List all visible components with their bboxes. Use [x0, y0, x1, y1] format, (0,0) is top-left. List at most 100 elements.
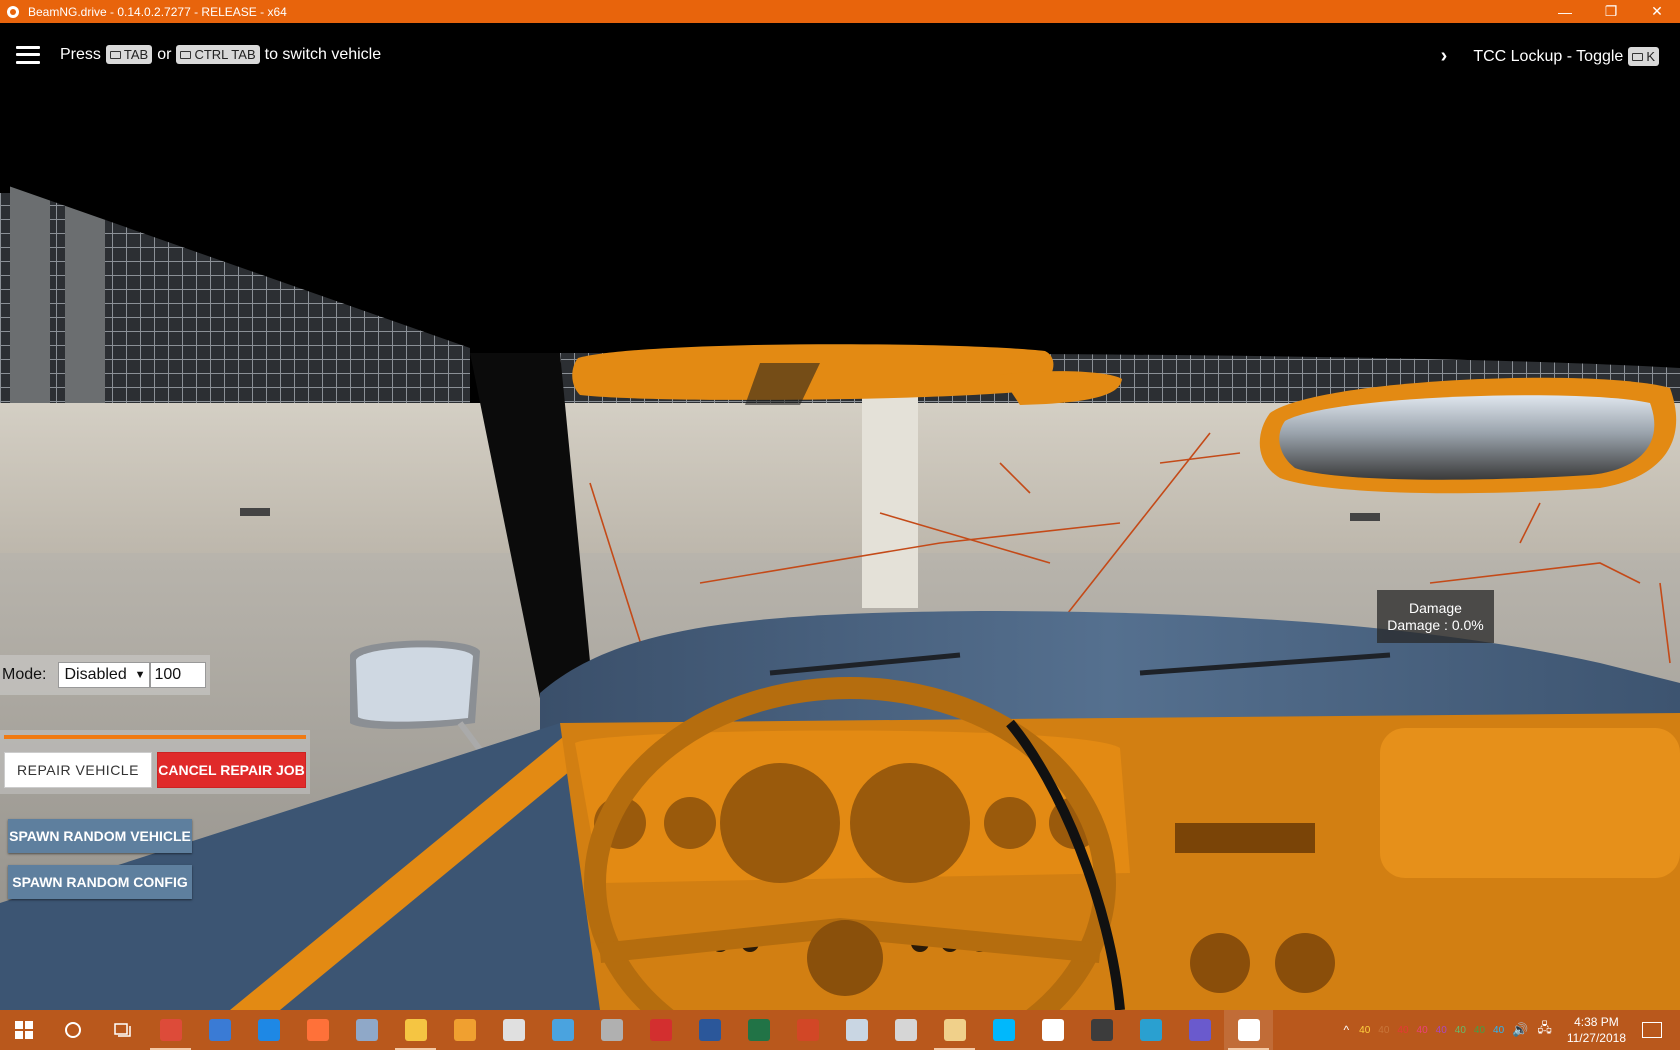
- taskbar-app-excel[interactable]: [734, 1010, 783, 1050]
- search-button[interactable]: [48, 1010, 97, 1050]
- spawn-random-vehicle-button[interactable]: SPAWN RANDOM VEHICLE: [8, 819, 192, 853]
- taskbar-app-folder-sync[interactable]: [195, 1010, 244, 1050]
- taskbar-app-word[interactable]: [685, 1010, 734, 1050]
- taskbar-app-beamng-drive[interactable]: [1224, 1010, 1273, 1050]
- taskbar-apps: [146, 1010, 1273, 1050]
- tray-readout[interactable]: 40: [1397, 1025, 1408, 1036]
- edge-icon: [257, 1019, 280, 1041]
- hint-suffix: to switch vehicle: [264, 45, 382, 63]
- calculator-icon: [502, 1019, 525, 1041]
- tray-readouts: 40 40 40 40 40 40 40 40: [1359, 1025, 1512, 1036]
- taskbar-app-firefox[interactable]: [293, 1010, 342, 1050]
- taskbar-app-calculator[interactable]: [489, 1010, 538, 1050]
- mode-select-value: Disabled: [64, 666, 127, 683]
- start-button[interactable]: [0, 1010, 48, 1050]
- tray-readout[interactable]: 40: [1378, 1025, 1389, 1036]
- globe-icon: [1188, 1019, 1211, 1041]
- tcc-key-badge: K: [1628, 47, 1659, 66]
- repair-panel: REPAIR VEHICLE CANCEL REPAIR JOB: [0, 730, 310, 794]
- tab-key-label: TAB: [123, 47, 149, 62]
- taskbar-app-powerpoint[interactable]: [783, 1010, 832, 1050]
- disc-icon: [600, 1019, 623, 1041]
- tray-readout[interactable]: 40: [1474, 1025, 1485, 1036]
- beamng-app-icon: [7, 5, 19, 18]
- menu-icon[interactable]: [16, 45, 40, 64]
- damage-title: Damage: [1409, 600, 1462, 616]
- taskbar-app-file-explorer[interactable]: [391, 1010, 440, 1050]
- close-button[interactable]: ✕: [1634, 0, 1680, 23]
- damage-widget: Damage Damage : 0.0%: [1377, 590, 1494, 643]
- taskbar-app-photos[interactable]: [342, 1010, 391, 1050]
- mode-value-input[interactable]: 100: [150, 662, 207, 688]
- taskbar-app-disc[interactable]: [587, 1010, 636, 1050]
- audio-wave-icon: [1041, 1019, 1064, 1041]
- media-player-icon: [453, 1019, 476, 1041]
- tray-readout[interactable]: 40: [1417, 1025, 1428, 1036]
- tray-readout[interactable]: 40: [1359, 1025, 1370, 1036]
- tray-readout[interactable]: 40: [1455, 1025, 1466, 1036]
- paint-icon: [845, 1019, 868, 1041]
- taskbar-app-edge[interactable]: [244, 1010, 293, 1050]
- volume-icon[interactable]: 🔊: [1512, 1022, 1528, 1038]
- notification-center-icon[interactable]: [1642, 1022, 1662, 1038]
- game-viewport[interactable]: Press TAB or CTRL TAB to switch vehicle …: [0, 23, 1680, 1010]
- window-title: BeamNG.drive - 0.14.0.2.7277 - RELEASE -…: [28, 4, 287, 19]
- mode-select[interactable]: Disabled ▼: [58, 662, 151, 688]
- taskbar-app-3d-viewer[interactable]: [881, 1010, 930, 1050]
- clock-date: 11/27/2018: [1566, 1031, 1626, 1045]
- hint-or: or: [157, 45, 172, 63]
- beamng-drive-icon: [1237, 1019, 1260, 1041]
- taskbar-app-audio-wave[interactable]: [1028, 1010, 1077, 1050]
- mode-panel: Mode: Disabled ▼ 100: [0, 655, 210, 695]
- windows-logo-icon: [15, 1021, 33, 1039]
- taskbar-app-beamng-launcher[interactable]: [930, 1010, 979, 1050]
- powerpoint-icon: [796, 1019, 819, 1041]
- spawn-random-config-button[interactable]: SPAWN RANDOM CONFIG: [8, 865, 192, 899]
- keyboard-icon: [1632, 52, 1644, 61]
- repair-vehicle-button[interactable]: REPAIR VEHICLE: [4, 752, 152, 788]
- chevron-right-icon[interactable]: ›: [1441, 45, 1448, 68]
- clock-time: 4:38 PM: [1574, 1015, 1619, 1029]
- file-explorer-icon: [404, 1019, 427, 1041]
- word-icon: [698, 1019, 721, 1041]
- cortana-circle-icon: [64, 1022, 81, 1038]
- 3d-viewer-icon: [894, 1019, 917, 1041]
- damage-value: Damage : 0.0%: [1387, 617, 1484, 633]
- minimize-button[interactable]: —: [1542, 0, 1588, 23]
- tab-key-badge: TAB: [105, 45, 153, 64]
- chevron-up-icon[interactable]: ^: [1344, 1023, 1350, 1037]
- keyboard-icon: [180, 50, 192, 59]
- photos-icon: [355, 1019, 378, 1041]
- taskbar-clock[interactable]: 4:38 PM 11/27/2018: [1567, 1014, 1626, 1046]
- taskbar-app-settings-tool[interactable]: [1077, 1010, 1126, 1050]
- tray-readout[interactable]: 40: [1436, 1025, 1447, 1036]
- logitech-icon: [992, 1019, 1015, 1041]
- taskbar: ^ 40 40 40 40 40 40 40 40 🔊 🖧 4:38 PM 11/27/201…: [0, 1010, 1680, 1050]
- taskbar-app-racing-game[interactable]: [636, 1010, 685, 1050]
- tcc-label: TCC Lockup - Toggle: [1473, 47, 1624, 65]
- taskbar-app-logitech[interactable]: [979, 1010, 1028, 1050]
- repair-progress-fill: [4, 735, 306, 739]
- mode-label: Mode:: [2, 666, 47, 683]
- ctrl-tab-key-badge: CTRL TAB: [176, 45, 260, 64]
- taskbar-app-paint[interactable]: [832, 1010, 881, 1050]
- cancel-repair-button[interactable]: CANCEL REPAIR JOB: [157, 752, 306, 788]
- taskbar-app-game-cube[interactable]: [1126, 1010, 1175, 1050]
- settings-tool-icon: [1090, 1019, 1113, 1041]
- taskbar-app-chrome[interactable]: [146, 1010, 195, 1050]
- switch-vehicle-hint: Press TAB or CTRL TAB to switch vehicle: [16, 45, 381, 64]
- excel-icon: [747, 1019, 770, 1041]
- hint-prefix: Press: [60, 45, 101, 63]
- tray-readout[interactable]: 40: [1493, 1025, 1504, 1036]
- network-icon[interactable]: 🖧: [1537, 1019, 1552, 1041]
- folder-sync-icon: [208, 1019, 231, 1041]
- dropdown-arrow-icon: ▼: [134, 669, 146, 681]
- taskbar-app-globe[interactable]: [1175, 1010, 1224, 1050]
- restore-button[interactable]: ❐: [1588, 0, 1634, 23]
- ctrl-tab-key-label: CTRL TAB: [194, 47, 256, 62]
- game-cube-icon: [1139, 1019, 1162, 1041]
- title-bar[interactable]: BeamNG.drive - 0.14.0.2.7277 - RELEASE -…: [0, 0, 1680, 23]
- taskbar-app-media-player[interactable]: [440, 1010, 489, 1050]
- task-view-button[interactable]: [97, 1010, 146, 1050]
- taskbar-app-control-panel[interactable]: [538, 1010, 587, 1050]
